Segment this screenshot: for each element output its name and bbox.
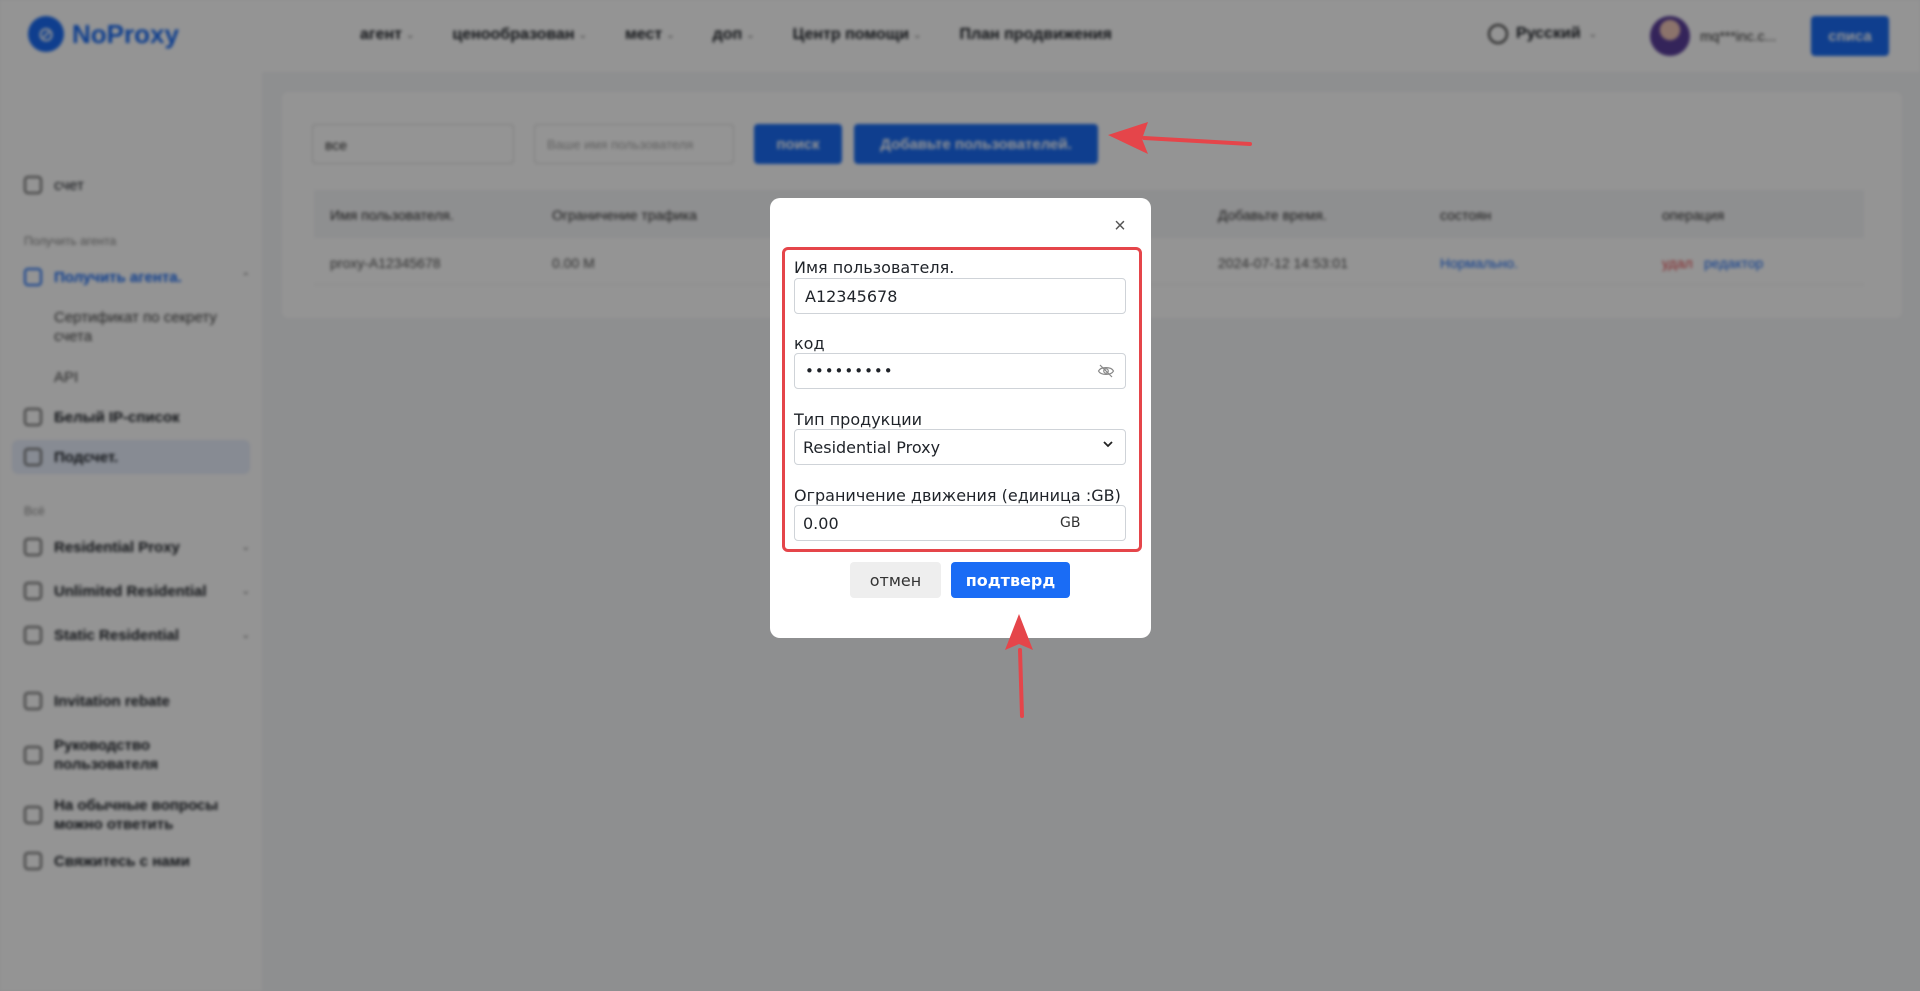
eye-off-icon[interactable] [1097, 362, 1115, 380]
cancel-button[interactable]: отмен [850, 562, 941, 598]
confirm-button[interactable]: подтверд [951, 562, 1070, 598]
annotation-arrow-up-icon [1005, 614, 1033, 718]
chevron-down-icon [1103, 441, 1113, 448]
password-field[interactable]: ••••••••• [794, 353, 1126, 389]
product-type-label: Тип продукции [794, 410, 923, 429]
username-label: Имя пользователя. [794, 258, 955, 277]
annotation-arrow-left-icon [1108, 122, 1252, 154]
traffic-limit-label: Ограничение движения (единица :GB) [794, 486, 1121, 505]
close-icon[interactable]: × [1110, 216, 1130, 236]
password-label: код [794, 334, 825, 353]
traffic-unit: GB [1060, 515, 1081, 531]
username-field[interactable]: A12345678 [794, 278, 1126, 314]
product-type-select[interactable]: Residential Proxy [794, 429, 1126, 465]
